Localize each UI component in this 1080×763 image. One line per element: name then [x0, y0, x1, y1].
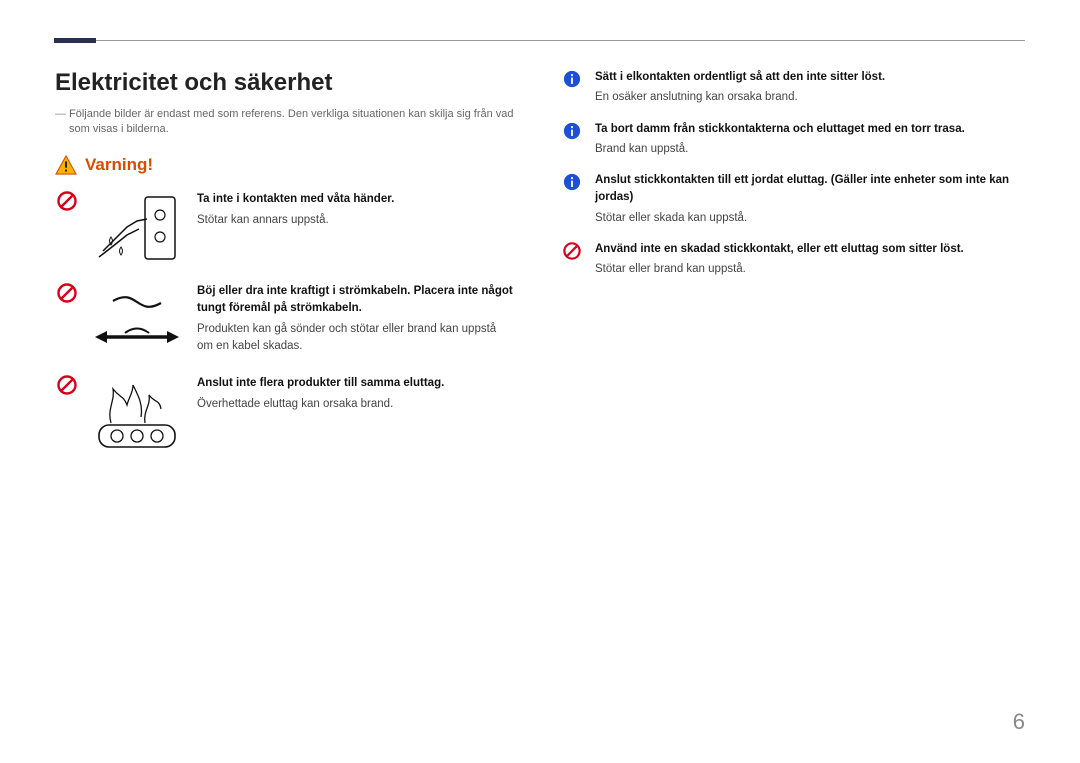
prohibit-icon [55, 283, 79, 361]
reference-note: Följande bilder är endast med som refere… [55, 107, 515, 137]
right-notice-list: Sätt i elkontakten ordentligt så att den… [563, 69, 1025, 278]
notice-text: Ta bort damm från stickkontakterna och e… [595, 121, 1025, 159]
notice-item: Anslut stickkontakten till ett jordat el… [563, 172, 1025, 227]
warning-heading: Böj eller dra inte kraftigt i strömkabel… [197, 283, 515, 318]
prohibit-icon [563, 241, 583, 279]
left-column: Elektricitet och säkerhet Följande bilde… [55, 69, 515, 467]
warning-item: Ta inte i kontakten med våta händer. Stöt… [55, 191, 515, 269]
prohibit-icon [55, 191, 79, 269]
warning-text: Anslut inte flera produkter till samma e… [197, 375, 515, 453]
notice-heading: Anslut stickkontakten till ett jordat el… [595, 172, 1025, 207]
warning-label: Varning! [85, 155, 153, 175]
warning-item: Anslut inte flera produkter till samma e… [55, 375, 515, 453]
notice-text: Använd inte en skadad stickkontakt, elle… [595, 241, 1025, 279]
notice-heading: Sätt i elkontakten ordentligt så att den… [595, 69, 1025, 86]
top-horizontal-rule [55, 40, 1025, 41]
prohibit-icon [55, 375, 79, 453]
right-column: Sätt i elkontakten ordentligt så att den… [563, 69, 1025, 467]
notice-body: Stötar eller skada kan uppstå. [595, 210, 1025, 227]
notice-item: Sätt i elkontakten ordentligt så att den… [563, 69, 1025, 107]
notice-item: Ta bort damm från stickkontakterna och e… [563, 121, 1025, 159]
illustration-icon [93, 191, 183, 269]
notice-heading: Använd inte en skadad stickkontakt, elle… [595, 241, 1025, 258]
warning-item: Böj eller dra inte kraftigt i strömkabel… [55, 283, 515, 361]
illustration-icon [93, 375, 183, 453]
notice-text: Anslut stickkontakten till ett jordat el… [595, 172, 1025, 227]
notice-text: Sätt i elkontakten ordentligt så att den… [595, 69, 1025, 107]
notice-item: Använd inte en skadad stickkontakt, elle… [563, 241, 1025, 279]
two-column-layout: Elektricitet och säkerhet Följande bilde… [55, 69, 1025, 467]
warning-body: Stötar kan annars uppstå. [197, 212, 515, 229]
notice-body: En osäker anslutning kan orsaka brand. [595, 89, 1025, 106]
warning-triangle-icon [55, 155, 77, 175]
info-icon [563, 172, 583, 227]
notice-heading: Ta bort damm från stickkontakterna och e… [595, 121, 1025, 138]
notice-body: Brand kan uppstå. [595, 141, 1025, 158]
notice-body: Stötar eller brand kan uppstå. [595, 261, 1025, 278]
warning-body: Överhettade eluttag kan orsaka brand. [197, 396, 515, 413]
info-icon [563, 121, 583, 159]
left-warning-list: Ta inte i kontakten med våta händer. Stöt… [55, 191, 515, 453]
warning-body: Produkten kan gå sönder och stötar eller… [197, 321, 515, 356]
section-title: Elektricitet och säkerhet [55, 69, 515, 97]
illustration-icon [93, 283, 183, 361]
page-number: 6 [1013, 709, 1025, 735]
warning-text: Ta inte i kontakten med våta händer. Stöt… [197, 191, 515, 269]
info-icon [563, 69, 583, 107]
warning-heading: Anslut inte flera produkter till samma e… [197, 375, 515, 392]
warning-header: Varning! [55, 155, 515, 175]
warning-heading: Ta inte i kontakten med våta händer. [197, 191, 515, 208]
warning-text: Böj eller dra inte kraftigt i strömkabel… [197, 283, 515, 361]
